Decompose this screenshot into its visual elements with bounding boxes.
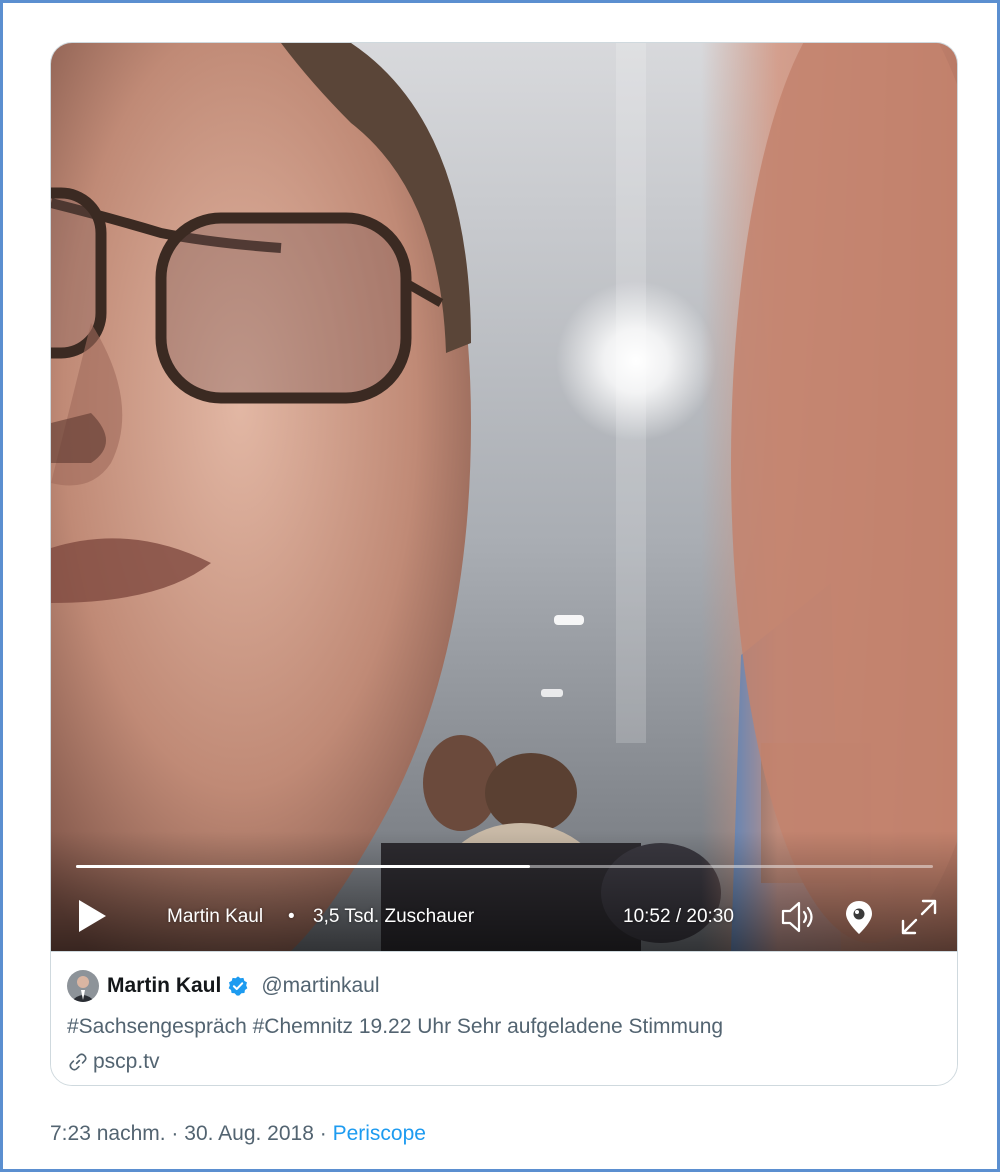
play-icon (79, 900, 106, 932)
broadcast-link[interactable]: pscp.tv (67, 1050, 160, 1074)
video-player[interactable]: Martin Kaul • 3,5 Tsd. Zuschauer 10:52 /… (51, 43, 957, 951)
link-icon (69, 1053, 87, 1071)
periscope-button[interactable] (839, 897, 879, 937)
playback-time: 10:52 / 20:30 (623, 906, 734, 927)
broadcaster-name: Martin Kaul (167, 906, 264, 927)
tweet-time[interactable]: 7:23 nachm. (50, 1122, 166, 1145)
meta-separator: · (171, 1122, 179, 1145)
controls-separator: • (288, 906, 295, 927)
author-row: Martin Kaul @martinkaul (107, 972, 380, 1000)
periscope-icon (846, 901, 872, 934)
fullscreen-icon (901, 899, 937, 935)
avatar[interactable] (67, 970, 99, 1002)
viewer-count: 3,5 Tsd. Zuschauer (313, 906, 475, 927)
video-progress-bar[interactable] (76, 865, 933, 868)
volume-icon (781, 901, 813, 933)
video-progress-fill (76, 865, 531, 868)
video-frame-image (51, 43, 957, 951)
tweet-date[interactable]: 30. Aug. 2018 (184, 1122, 314, 1145)
tweet-meta: 7:23 nachm. · 30. Aug. 2018 · Periscope (50, 1122, 426, 1146)
video-controls: Martin Kaul • 3,5 Tsd. Zuschauer 10:52 /… (51, 893, 957, 941)
verified-badge-icon (228, 976, 248, 996)
fullscreen-button[interactable] (899, 897, 939, 937)
volume-button[interactable] (779, 897, 819, 937)
broadcast-info[interactable]: Martin Kaul @martinkaul #Sachsengespräch… (51, 951, 957, 1085)
embedded-video-card[interactable]: Martin Kaul • 3,5 Tsd. Zuschauer 10:52 /… (50, 42, 958, 1086)
broadcast-link-text: pscp.tv (93, 1050, 160, 1073)
meta-separator: · (319, 1122, 327, 1145)
author-handle[interactable]: @martinkaul (261, 974, 379, 998)
play-button[interactable] (77, 899, 107, 933)
broadcast-title: #Sachsengespräch #Chemnitz 19.22 Uhr Seh… (67, 1015, 724, 1038)
tweet-source-link[interactable]: Periscope (333, 1122, 426, 1145)
avatar-image (67, 970, 99, 1002)
author-display-name[interactable]: Martin Kaul (107, 974, 221, 998)
